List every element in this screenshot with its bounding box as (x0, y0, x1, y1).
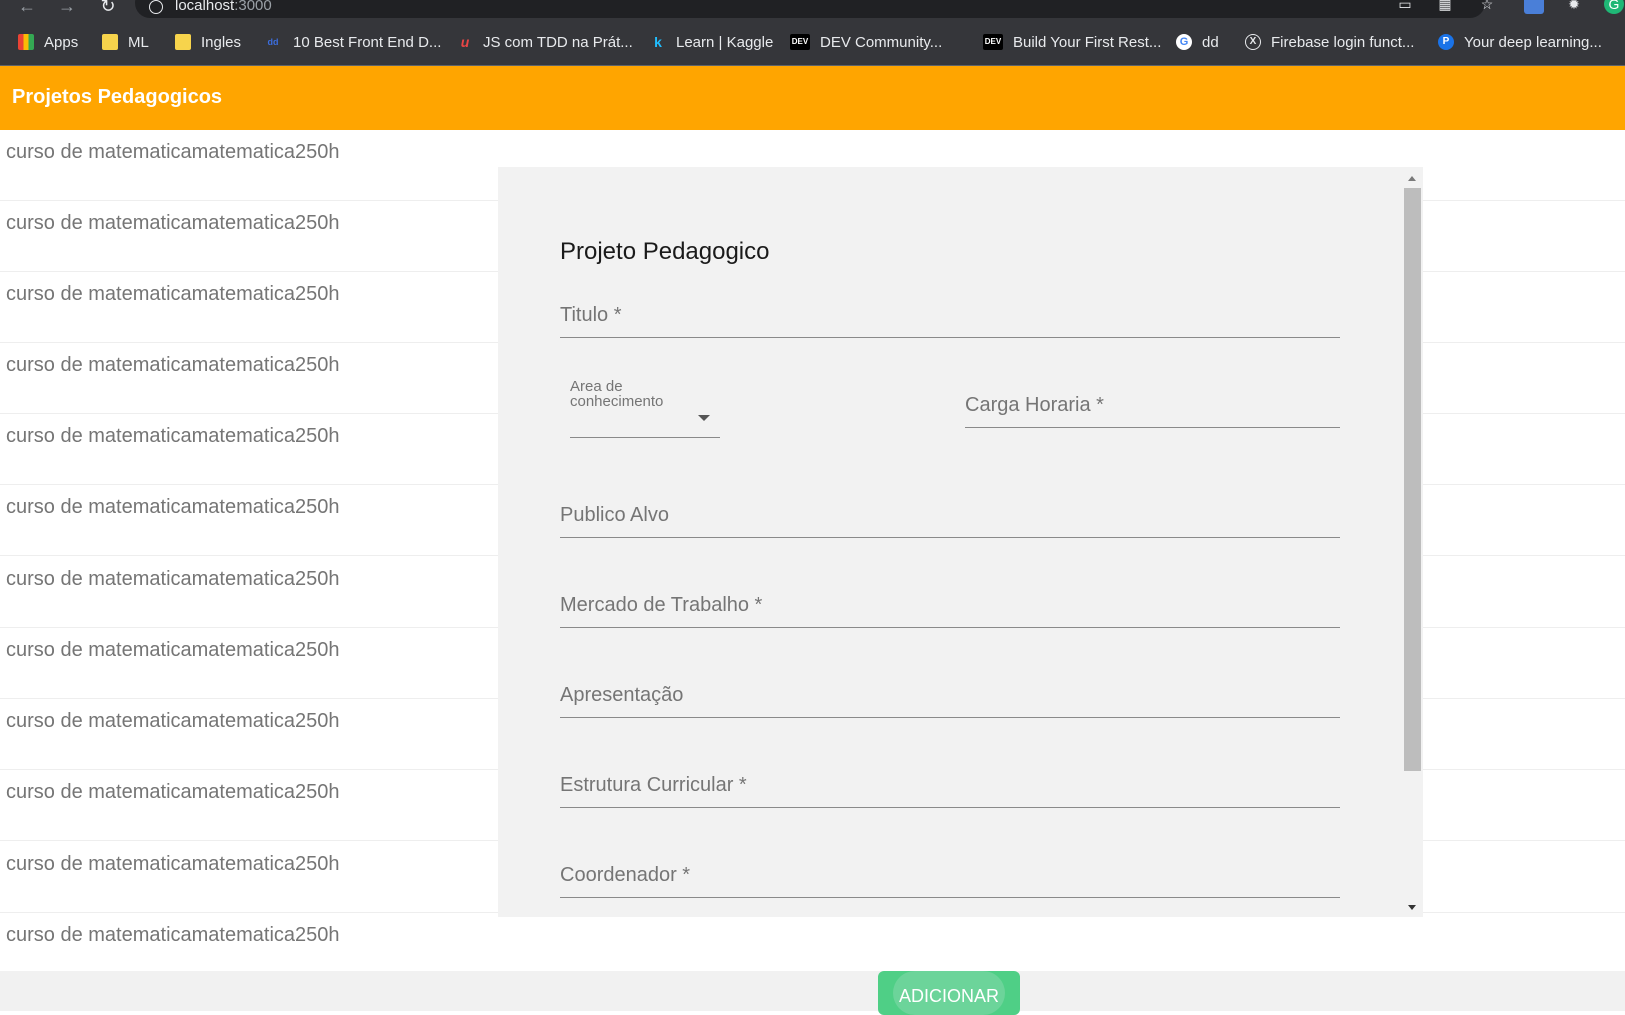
dev-icon: DEV (983, 34, 1003, 50)
bookmark-ingles[interactable]: Ingles (175, 31, 241, 53)
apps-grid-icon (18, 34, 34, 50)
folder-icon (175, 34, 191, 50)
u-icon: u (460, 34, 470, 50)
list-item-text: curso de matematicamatematica250h (6, 212, 340, 234)
bookmark-label: Your deep learning... (1464, 33, 1602, 51)
list-item-text: curso de matematicamatematica250h (6, 853, 340, 875)
list-item-text: curso de matematicamatematica250h (6, 924, 340, 946)
estrutura-curricular-field[interactable]: Estrutura Curricular * (560, 765, 1340, 808)
kaggle-icon: k (654, 34, 662, 50)
bookmark-apps[interactable]: Apps (18, 31, 78, 53)
browser-toolbar: ← → ↻ localhost:3000 ▭ ▦ ☆ ✹ G (0, 0, 1625, 19)
google-icon: G (1176, 34, 1192, 50)
bookmark-label: Ingles (201, 33, 242, 51)
list-item-text: curso de matematicamatematica250h (6, 354, 340, 376)
list-item-text: curso de matematicamatematica250h (6, 141, 340, 163)
mercado-trabalho-field[interactable]: Mercado de Trabalho * (560, 585, 1340, 628)
bookmark-label: Build Your First Rest... (1013, 33, 1162, 51)
star-icon[interactable]: ☆ (1477, 0, 1497, 14)
apresentacao-label: Apresentação (560, 684, 684, 706)
scroll-down-arrow-icon[interactable] (1408, 905, 1416, 910)
info-icon[interactable] (149, 0, 163, 14)
list-item-text: curso de matematicamatematica250h (6, 496, 340, 518)
bookmark-firebase[interactable]: X Firebase login funct... (1245, 31, 1414, 53)
apresentacao-field[interactable]: Apresentação (560, 675, 1340, 718)
list-item-text: curso de matematicamatematica250h (6, 639, 340, 661)
dropdown-arrow-icon (698, 415, 710, 421)
dialog-title: Projeto Pedagogico (560, 238, 770, 265)
list-item-text: curso de matematicamatematica250h (6, 425, 340, 447)
url-text[interactable]: localhost:3000 (175, 0, 272, 14)
bookmark-deep-learning[interactable]: P Your deep learning... (1438, 31, 1602, 53)
bottom-bar (0, 971, 1625, 1011)
bookmark-kaggle[interactable]: k Learn | Kaggle (650, 31, 773, 53)
x-circle-icon: X (1245, 34, 1261, 50)
url-host: localhost (175, 0, 235, 14)
dev-icon: DEV (790, 34, 810, 50)
publico-alvo-label: Publico Alvo (560, 504, 669, 526)
bookmark-dd[interactable]: G dd (1176, 31, 1219, 53)
back-arrow-icon[interactable]: ← (15, 0, 39, 18)
bookmark-label: Apps (44, 33, 79, 51)
bookmark-label: Firebase login funct... (1271, 33, 1415, 51)
add-button-label: ADICIONAR (898, 986, 999, 1006)
bookmark-front-end[interactable]: dd 10 Best Front End D... (263, 31, 442, 53)
bookmark-js-tdd[interactable]: u JS com TDD na Prát... (457, 31, 633, 53)
scrollbar-thumb[interactable] (1404, 188, 1421, 771)
app-title: Projetos Pedagogicos (12, 86, 223, 108)
bookmark-label: dd (1202, 33, 1219, 51)
bookmarks-bar: Apps ML Ingles dd 10 Best Front End D...… (0, 19, 1625, 66)
publico-alvo-field[interactable]: Publico Alvo (560, 495, 1340, 538)
list-item-text: curso de matematicamatematica250h (6, 781, 340, 803)
dd-icon: dd (267, 37, 279, 47)
url-port: :3000 (234, 0, 272, 14)
carga-horaria-label: Carga Horaria * (965, 394, 1104, 416)
bookmark-build-rest[interactable]: DEV Build Your First Rest... (983, 31, 1161, 53)
bookmark-label: ML (128, 33, 149, 51)
carga-horaria-field[interactable]: Carga Horaria * (965, 385, 1340, 428)
cast-icon[interactable]: ▭ (1395, 0, 1415, 14)
p-icon: P (1438, 34, 1454, 50)
area-conhecimento-select[interactable]: Area de conhecimento (570, 379, 720, 438)
bookmark-ml[interactable]: ML (102, 31, 149, 53)
area-conhecimento-label: Area de conhecimento (570, 378, 664, 410)
add-button[interactable]: ADICIONAR (878, 971, 1020, 1015)
extensions-icon[interactable]: ▦ (1435, 0, 1455, 14)
forward-arrow-icon[interactable]: → (55, 0, 79, 18)
bookmark-dev-community[interactable]: DEV DEV Community... (790, 31, 942, 53)
list-item-text: curso de matematicamatematica250h (6, 710, 340, 732)
app-bar: Projetos Pedagogicos (0, 66, 1625, 130)
grammarly-icon[interactable]: G (1604, 0, 1624, 14)
list-item-text: curso de matematicamatematica250h (6, 283, 340, 305)
bookmark-label: 10 Best Front End D... (293, 33, 442, 51)
project-dialog: Projeto Pedagogico Titulo * Area de conh… (498, 167, 1423, 917)
folder-icon (102, 34, 118, 50)
cookie-icon[interactable]: ✹ (1564, 0, 1584, 14)
list-item-text: curso de matematicamatematica250h (6, 568, 340, 590)
bookmark-label: DEV Community... (820, 33, 943, 51)
titulo-field[interactable]: Titulo * (560, 295, 1340, 338)
coordenador-label: Coordenador * (560, 864, 691, 886)
coordenador-field[interactable]: Coordenador * (560, 855, 1340, 898)
titulo-label: Titulo * (560, 304, 622, 326)
reload-icon[interactable]: ↻ (96, 0, 120, 18)
address-bar[interactable]: localhost:3000 (135, 0, 1485, 18)
scroll-up-arrow-icon[interactable] (1408, 176, 1416, 181)
estrutura-curricular-label: Estrutura Curricular * (560, 774, 747, 796)
bookmark-label: Learn | Kaggle (676, 33, 774, 51)
dialog-scrollbar[interactable] (1401, 167, 1423, 917)
translate-icon[interactable] (1524, 0, 1544, 14)
bookmark-label: JS com TDD na Prát... (483, 33, 633, 51)
mercado-trabalho-label: Mercado de Trabalho * (560, 594, 763, 616)
